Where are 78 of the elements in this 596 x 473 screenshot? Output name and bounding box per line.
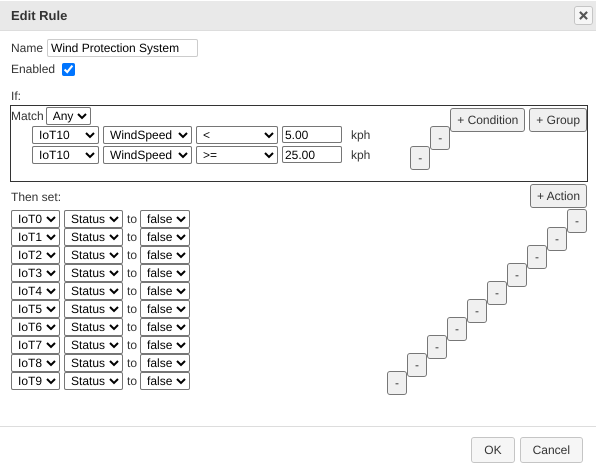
close-button[interactable] <box>574 6 593 25</box>
to-label: to <box>127 230 138 244</box>
to-label: to <box>127 338 138 352</box>
cancel-button[interactable]: Cancel <box>520 436 583 462</box>
to-label: to <box>127 284 138 298</box>
enabled-checkbox[interactable] <box>62 62 76 76</box>
remove-action-button[interactable]: - <box>527 245 547 269</box>
to-label: to <box>127 248 138 262</box>
remove-condition-button[interactable]: - <box>410 146 430 170</box>
value-select[interactable]: false <box>140 246 190 264</box>
value-select[interactable]: false <box>140 372 190 390</box>
remove-action-button[interactable]: - <box>567 209 587 233</box>
device-select[interactable]: IoT3 <box>11 264 60 282</box>
to-label: to <box>127 212 138 226</box>
property-select[interactable]: Status <box>64 336 123 354</box>
match-select[interactable]: Any <box>46 107 91 125</box>
value-select[interactable]: false <box>140 282 190 300</box>
property-select[interactable]: Status <box>64 372 123 390</box>
value-select[interactable]: false <box>140 354 190 372</box>
operator-select[interactable]: >= <box>196 146 278 164</box>
device-select[interactable]: IoT4 <box>11 282 60 300</box>
device-select[interactable]: IoT10 <box>32 146 99 164</box>
enabled-label: Enabled <box>11 62 56 76</box>
dialog-title: Edit Rule <box>11 8 68 23</box>
remove-action-button[interactable]: - <box>547 227 567 251</box>
value-field[interactable]: 5.00 <box>282 126 342 143</box>
device-select[interactable]: IoT9 <box>11 372 60 390</box>
value-select[interactable]: false <box>140 210 190 228</box>
close-icon <box>579 11 588 20</box>
device-select[interactable]: IoT1 <box>11 228 60 246</box>
property-select[interactable]: Status <box>64 228 123 246</box>
to-label: to <box>127 302 138 316</box>
if-label: If: <box>11 89 22 103</box>
ok-button[interactable]: OK <box>471 436 515 462</box>
to-label: to <box>127 320 138 334</box>
property-select[interactable]: WindSpeed <box>103 126 192 144</box>
property-select[interactable]: Status <box>64 210 123 228</box>
operator-select[interactable]: < <box>196 126 278 144</box>
value-field[interactable]: 25.00 <box>282 146 342 163</box>
remove-action-button[interactable]: - <box>427 335 447 359</box>
unit-label: kph <box>351 148 370 162</box>
property-select[interactable]: Status <box>64 300 123 318</box>
property-select[interactable]: Status <box>64 318 123 336</box>
add-condition-button[interactable]: + Condition <box>450 108 526 132</box>
property-select[interactable]: Status <box>64 282 123 300</box>
then-label: Then set: <box>11 190 62 204</box>
name-field[interactable]: Wind Protection System <box>47 39 198 57</box>
device-select[interactable]: IoT2 <box>11 246 60 264</box>
to-label: to <box>127 356 138 370</box>
remove-action-button[interactable]: - <box>447 317 467 341</box>
device-select[interactable]: IoT0 <box>11 210 60 228</box>
to-label: to <box>127 374 138 388</box>
remove-action-button[interactable]: - <box>507 263 527 287</box>
remove-action-button[interactable]: - <box>387 371 407 395</box>
device-select[interactable]: IoT5 <box>11 300 60 318</box>
value-select[interactable]: false <box>140 300 190 318</box>
unit-label: kph <box>351 128 370 142</box>
property-select[interactable]: Status <box>64 246 123 264</box>
add-group-button[interactable]: + Group <box>529 108 587 132</box>
to-label: to <box>127 266 138 280</box>
add-action-button[interactable]: + Action <box>530 184 587 208</box>
match-label: Match <box>11 109 44 123</box>
name-label: Name <box>11 41 44 55</box>
remove-action-button[interactable]: - <box>407 353 427 377</box>
value-select[interactable]: false <box>140 318 190 336</box>
device-select[interactable]: IoT10 <box>32 126 99 144</box>
remove-condition-button[interactable]: - <box>430 126 450 150</box>
property-select[interactable]: Status <box>64 354 123 372</box>
property-select[interactable]: Status <box>64 264 123 282</box>
remove-action-button[interactable]: - <box>467 299 487 323</box>
remove-action-button[interactable]: - <box>487 281 507 305</box>
value-select[interactable]: false <box>140 264 190 282</box>
device-select[interactable]: IoT7 <box>11 336 60 354</box>
value-select[interactable]: false <box>140 336 190 354</box>
device-select[interactable]: IoT8 <box>11 354 60 372</box>
property-select[interactable]: WindSpeed <box>103 146 192 164</box>
value-select[interactable]: false <box>140 228 190 246</box>
device-select[interactable]: IoT6 <box>11 318 60 336</box>
